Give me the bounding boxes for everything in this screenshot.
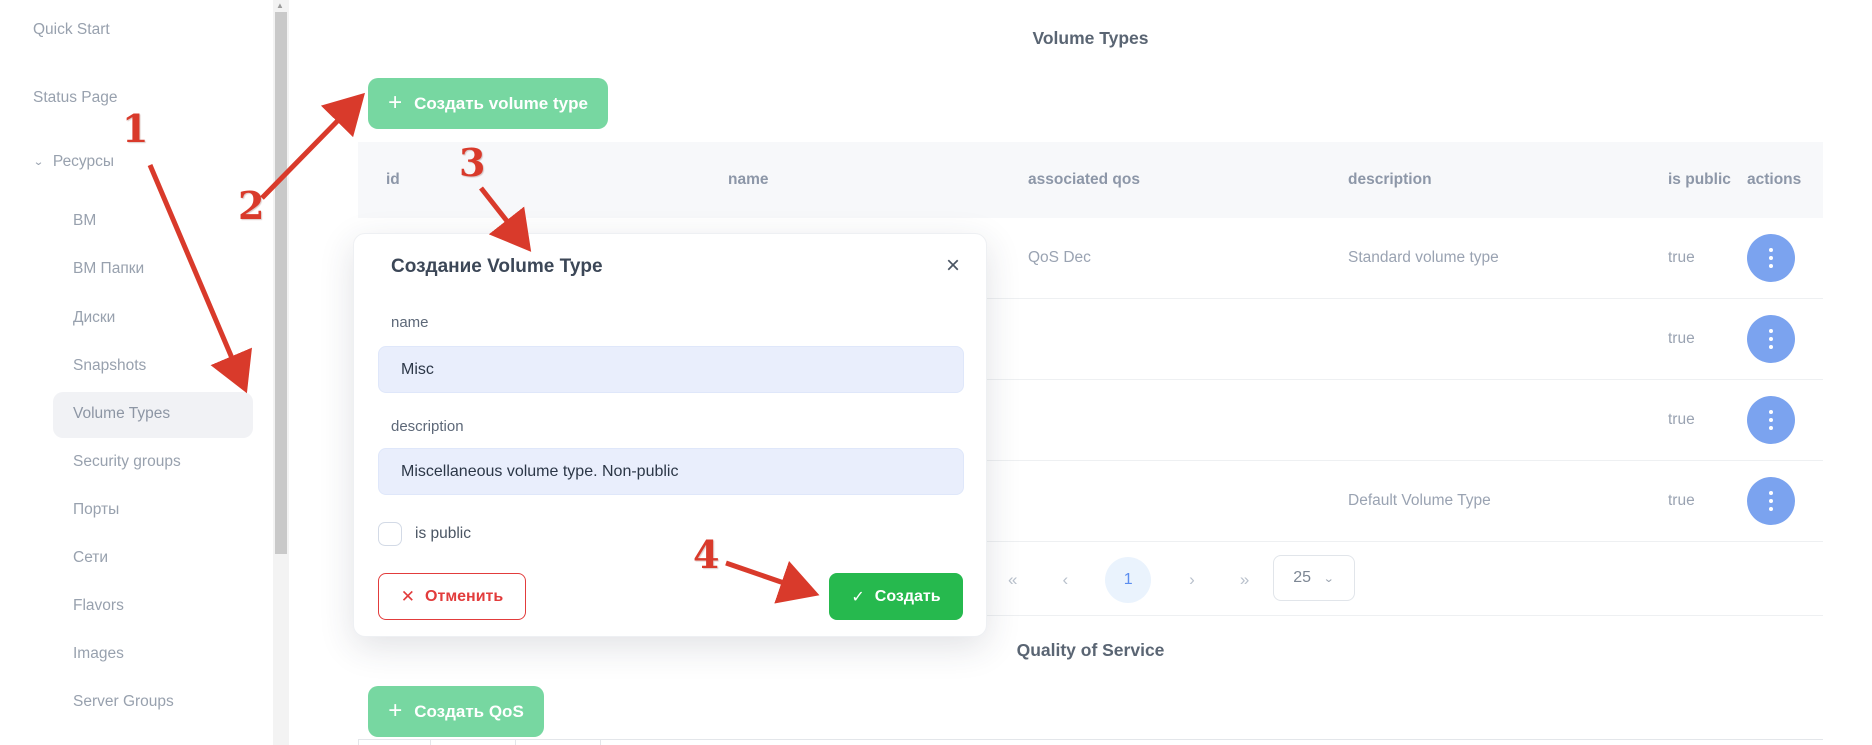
pagination-prev-button[interactable]: ‹ (1054, 570, 1075, 590)
submit-label: Создать (875, 588, 941, 606)
cell-is-public: true (1640, 409, 1735, 431)
cell-description: Default Volume Type (1320, 492, 1640, 510)
sidebar-item-vm-folders[interactable]: ВМ Папки (73, 260, 144, 278)
annotation-step-3: 3 (459, 140, 485, 185)
modal-title: Создание Volume Type (391, 256, 603, 278)
is-public-label: is public (415, 525, 471, 543)
chevron-down-icon: ⌄ (33, 156, 44, 169)
sidebar-group-resources[interactable]: ⌄ Ресурсы (33, 153, 114, 171)
pagination-current-page[interactable]: 1 (1105, 557, 1151, 603)
scrollbar-thumb[interactable] (275, 12, 287, 554)
submit-create-button[interactable]: ✓ Создать (829, 573, 963, 620)
sidebar-item-disks[interactable]: Диски (73, 309, 115, 327)
pagination-last-button[interactable]: » (1232, 570, 1256, 590)
cancel-x-icon: ✕ (401, 587, 415, 607)
pagination-first-button[interactable]: « (1000, 570, 1024, 590)
pagination: « ‹ 1 › » (1000, 544, 1256, 616)
check-icon: ✓ (851, 587, 864, 607)
is-public-checkbox[interactable] (378, 522, 402, 546)
sidebar-item-snapshots[interactable]: Snapshots (73, 357, 146, 375)
cancel-button[interactable]: ✕ Отменить (378, 573, 526, 620)
plus-icon: + (388, 91, 402, 115)
row-actions-button[interactable] (1747, 315, 1795, 363)
sidebar-item-status-page[interactable]: Status Page (33, 89, 117, 107)
cancel-label: Отменить (425, 588, 503, 606)
create-volume-type-button[interactable]: + Создать volume type (368, 78, 608, 129)
cell-is-public: true (1640, 328, 1735, 350)
sidebar-item-flavors[interactable]: Flavors (73, 597, 124, 615)
annotation-step-4: 4 (693, 532, 719, 577)
annotation-step-1: 1 (122, 106, 148, 151)
cell-is-public: true (1640, 247, 1735, 269)
create-qos-label: Создать QoS (414, 702, 524, 722)
column-header-id: id (358, 171, 700, 189)
page-size-value: 25 (1293, 569, 1311, 587)
column-header-actions: actions (1735, 171, 1823, 189)
cell-description: Standard volume type (1320, 249, 1640, 267)
column-header-is-public: is public (1640, 169, 1735, 191)
description-field-label: description (391, 418, 464, 435)
sidebar-item-server-groups[interactable]: Server Groups (73, 693, 174, 711)
sidebar-item-security-groups[interactable]: Security groups (73, 453, 181, 471)
qos-table-top-edge (358, 739, 1823, 745)
name-field-label: name (391, 314, 429, 331)
page-size-select[interactable]: 25 ⌄ (1273, 555, 1355, 601)
sidebar-item-vm[interactable]: ВМ (73, 212, 96, 230)
name-input[interactable] (378, 346, 964, 393)
is-public-checkbox-row: is public (378, 522, 471, 546)
qos-section-title: Quality of Service (358, 640, 1823, 661)
sidebar-item-networks[interactable]: Сети (73, 549, 108, 567)
row-actions-button[interactable] (1747, 234, 1795, 282)
cell-is-public: true (1640, 490, 1735, 512)
sidebar-item-ports[interactable]: Порты (73, 501, 119, 519)
column-header-qos: associated qos (1000, 171, 1320, 189)
chevron-down-icon: ⌄ (1323, 571, 1335, 585)
sidebar-item-images[interactable]: Images (73, 645, 124, 663)
description-input[interactable] (378, 448, 964, 495)
page-title: Volume Types (358, 28, 1823, 49)
sidebar-item-quick-start[interactable]: Quick Start (33, 21, 110, 39)
sidebar-item-volume-types[interactable]: Volume Types (73, 405, 170, 423)
sidebar-group-label: Ресурсы (53, 153, 114, 171)
create-qos-button[interactable]: + Создать QoS (368, 686, 544, 737)
volume-types-page: Quick Start Status Page ⌄ Ресурсы ВМ ВМ … (0, 0, 1872, 745)
create-volume-type-label: Создать volume type (414, 94, 588, 114)
sidebar-scrollbar[interactable]: ▲ (273, 0, 289, 745)
row-actions-button[interactable] (1747, 477, 1795, 525)
plus-icon: + (388, 699, 402, 723)
close-icon[interactable]: × (946, 254, 960, 278)
row-actions-button[interactable] (1747, 396, 1795, 444)
column-header-name: name (700, 171, 1000, 189)
scroll-up-icon[interactable]: ▲ (276, 1, 284, 10)
table-header-row: id name associated qos description is pu… (358, 142, 1823, 218)
annotation-step-2: 2 (238, 183, 264, 228)
create-volume-type-modal: Создание Volume Type × name description … (353, 233, 987, 637)
column-header-description: description (1320, 171, 1640, 189)
pagination-next-button[interactable]: › (1181, 570, 1202, 590)
cell-associated-qos: QoS Dec (1000, 249, 1320, 267)
